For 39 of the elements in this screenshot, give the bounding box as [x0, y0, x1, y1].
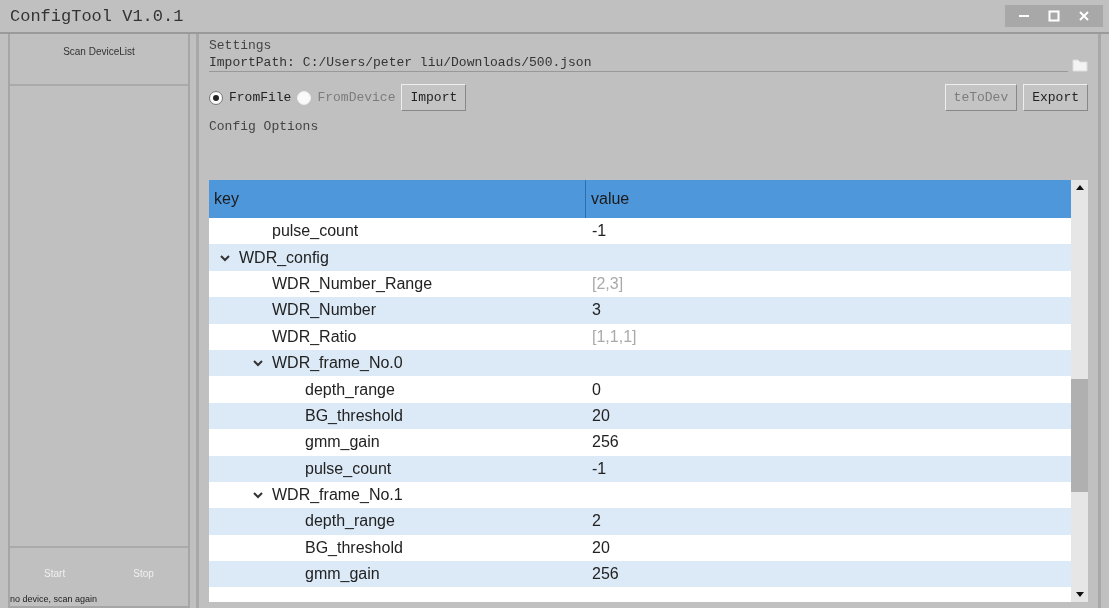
value-cell-text: 256 [591, 565, 619, 584]
close-icon[interactable] [1077, 9, 1091, 23]
value-cell-text: 2 [591, 512, 601, 531]
key-cell: depth_range [305, 380, 395, 399]
value-cell-text: 20 [591, 538, 610, 557]
value-cell-text: [1,1,1] [591, 327, 637, 346]
key-cell: gmm_gain [305, 433, 380, 452]
group-title: Config Options [209, 119, 319, 134]
scrollbar[interactable] [1071, 180, 1088, 602]
key-cell: WDR_Ratio [272, 327, 357, 346]
value-cell-text: 3 [591, 301, 601, 320]
key-cell: WDR_frame_No.0 [272, 354, 403, 373]
value-cell-text: 0 [591, 380, 601, 399]
key-cell: gmm_gain [305, 565, 380, 584]
value-cell-text: 20 [591, 406, 610, 425]
scroll-thumb[interactable] [1071, 379, 1088, 493]
value-cell-text: [2,3] [591, 274, 624, 293]
key-cell: WDR_Number_Range [272, 274, 433, 293]
key-cell: WDR_frame_No.1 [272, 486, 403, 505]
key-cell: BG_threshold [305, 406, 403, 425]
import-path-field[interactable]: ImportPath: C:/Users/peter liu/Downloads/500.json [209, 55, 1068, 72]
value-cell-text: -1 [591, 222, 607, 241]
source-radio[interactable]: FromFile [209, 90, 292, 105]
maximize-icon[interactable] [1047, 9, 1061, 23]
value-cell-text: -1 [591, 459, 607, 478]
column-header[interactable]: value [586, 180, 630, 218]
key-cell: BG_threshold [305, 538, 403, 557]
key-cell: pulse_count [305, 459, 392, 478]
value-cell-text: 256 [591, 433, 619, 452]
key-cell: depth_range [305, 512, 395, 531]
status-text: no device, scan again [10, 594, 99, 606]
scan-button[interactable]: Scan DeviceList [57, 42, 141, 60]
import-button[interactable]: Import [401, 84, 467, 111]
group-title: Settings [209, 38, 272, 53]
key-cell: pulse_count [272, 222, 359, 241]
export-button[interactable]: Export [1023, 84, 1088, 111]
key-cell: WDR_config [239, 248, 329, 267]
window-title: ConfigTool V1.0.1 [9, 6, 184, 26]
key-cell: WDR_Number [272, 301, 376, 320]
